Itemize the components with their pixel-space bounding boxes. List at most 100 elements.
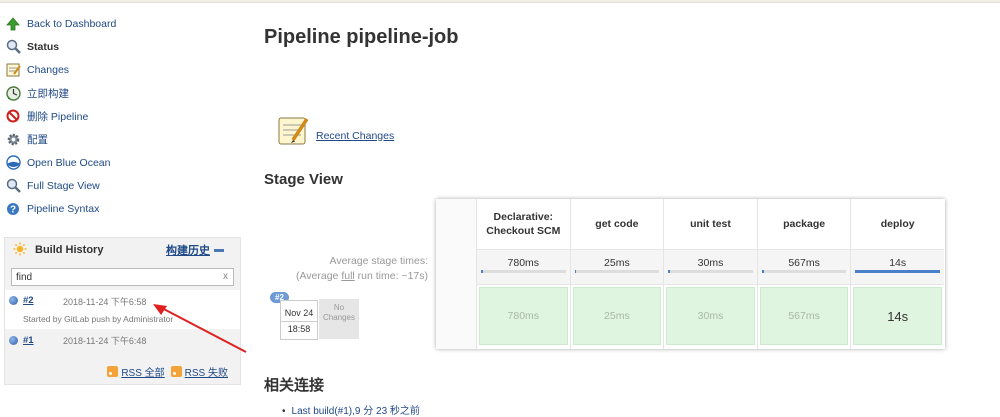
sidebar-item-status[interactable]: Status (0, 35, 245, 58)
avg-full-link[interactable]: full (341, 270, 354, 282)
collapse-icon[interactable] (214, 248, 224, 252)
svg-text:?: ? (10, 205, 16, 216)
build-number-link[interactable]: #2 (23, 295, 63, 306)
stage-run-cell[interactable]: 25ms (572, 287, 662, 345)
sidebar-item-label[interactable]: Full Stage View (27, 180, 100, 192)
build-date-link[interactable]: 2018-11-24 下午6:58 (63, 295, 146, 308)
build-trend-link[interactable]: 构建历史 (166, 242, 210, 258)
sidebar-item-label[interactable]: 立即构建 (27, 86, 69, 101)
sidebar-item-changes[interactable]: Changes (0, 58, 245, 81)
weather-icon (13, 242, 27, 259)
stage-progress-bar (668, 270, 753, 273)
stage-run-cell[interactable]: 14s (853, 287, 942, 345)
stage-column: Declarative: Checkout SCM 780ms 780ms (476, 199, 570, 349)
stage-progress-bar (574, 270, 660, 273)
blue-ball-icon (9, 336, 18, 345)
page-title: Pipeline pipeline-job (264, 26, 459, 48)
blue-ocean-icon (5, 155, 21, 171)
magnifier-icon (5, 178, 21, 194)
avg-suffix: run time: ~17s) (354, 270, 428, 282)
stage-average-value: 780ms (507, 257, 540, 269)
sidebar-item-pipeline-syntax[interactable]: ? Pipeline Syntax (0, 198, 245, 221)
sidebar-item-full-stage-view[interactable]: Full Stage View (0, 174, 245, 197)
sidebar-item-back-to-dashboard[interactable]: Back to Dashboard (0, 12, 245, 35)
stage-progress-bar (855, 270, 940, 273)
stage-progress-fill (481, 270, 483, 273)
stage-average-value: 567ms (788, 257, 820, 269)
stage-header: get code (595, 218, 639, 230)
help-icon: ? (5, 201, 21, 217)
notepad-icon (5, 62, 21, 78)
blue-ball-icon (9, 296, 18, 305)
notepad-icon (276, 113, 310, 150)
build-clock-icon (5, 85, 21, 101)
stage-average-value: 14s (889, 257, 907, 269)
recent-changes-link[interactable]: Recent Changes (316, 130, 394, 142)
no-changes-box: No Changes (319, 299, 359, 339)
related-link-last-build[interactable]: Last build(#1),9 分 23 秒之前 (282, 402, 420, 417)
rss-all-link[interactable]: RSS 全部 (121, 364, 164, 379)
stage-progress-bar (761, 270, 847, 273)
build-filter-input[interactable] (16, 271, 216, 283)
stage-progress-bar (481, 270, 566, 273)
related-links-list: Last build(#1),9 分 23 秒之前 (282, 402, 420, 417)
magnifier-icon (5, 39, 21, 55)
recent-changes[interactable]: Recent Changes (276, 113, 394, 150)
stage-column: deploy 14s 14s (850, 199, 944, 349)
top-border (0, 0, 1000, 3)
stage-view-gutter (436, 199, 476, 349)
clear-filter-icon[interactable]: x (223, 271, 228, 282)
avg-line-2: (Average full run time: ~17s) (264, 269, 428, 284)
run-date: Nov 24 (284, 308, 314, 318)
run-date-box[interactable]: Nov 24 18:58 (280, 300, 318, 340)
related-links-title: 相关连接 (264, 377, 325, 394)
avg-prefix: (Average (295, 270, 342, 282)
sidebar: Back to Dashboard Status Changes 立即构建 删除… (0, 12, 245, 221)
stage-average: 25ms (570, 249, 664, 285)
stage-progress-fill (668, 270, 670, 273)
sidebar-item-open-blue-ocean[interactable]: Open Blue Ocean (0, 151, 245, 174)
sidebar-item-label[interactable]: Pipeline Syntax (27, 203, 99, 215)
stage-header: Declarative: Checkout SCM (486, 211, 561, 237)
build-history-header: Build History 构建历史 (5, 238, 240, 262)
stage-column: get code 25ms 25ms (569, 199, 664, 349)
stage-column: package 567ms 567ms (756, 199, 851, 349)
rss-failed-link[interactable]: RSS 失败 (185, 364, 228, 379)
sidebar-item-delete-pipeline[interactable]: 删除 Pipeline (0, 105, 245, 128)
stage-header: package (783, 218, 826, 230)
stage-view-table: Declarative: Checkout SCM 780ms 780ms get c… (436, 199, 945, 349)
stage-progress-fill (855, 270, 940, 273)
stage-average: 30ms (664, 249, 757, 285)
stage-run-cell[interactable]: 30ms (666, 287, 755, 345)
stage-header: deploy (880, 218, 915, 230)
stage-average-value: 30ms (697, 257, 724, 269)
rss-feed-icon (170, 366, 182, 377)
average-stage-times: Average stage times: (Average full run t… (264, 254, 428, 284)
stage-average-value: 25ms (604, 257, 630, 269)
stage-progress-fill (761, 270, 765, 273)
build-filter-box: x (11, 268, 234, 286)
sidebar-item-label[interactable]: Back to Dashboard (27, 18, 116, 30)
gear-icon (5, 132, 21, 148)
sidebar-item-configure[interactable]: 配置 (0, 128, 245, 151)
sidebar-item-label[interactable]: Changes (27, 64, 69, 76)
build-date-link[interactable]: 2018-11-24 下午6:48 (63, 334, 146, 347)
stage-view-title: Stage View (264, 171, 343, 188)
stage-run-cell[interactable]: 780ms (479, 287, 568, 345)
run-time: 18:58 (281, 321, 317, 337)
stage-column: unit test 30ms 30ms (663, 199, 757, 349)
stage-average: 567ms (757, 249, 851, 285)
sidebar-item-label[interactable]: 配置 (27, 132, 48, 147)
sidebar-item-label[interactable]: Status (27, 41, 59, 53)
up-arrow-icon (5, 16, 21, 32)
sidebar-item-label[interactable]: 删除 Pipeline (27, 109, 88, 124)
rss-links: RSS 全部 RSS 失败 (107, 364, 234, 379)
sidebar-item-label[interactable]: Open Blue Ocean (27, 157, 110, 169)
stage-run-cell[interactable]: 567ms (759, 287, 849, 345)
build-number-link[interactable]: #1 (23, 335, 63, 346)
stage-progress-fill (574, 270, 577, 273)
rss-feed-icon (107, 366, 119, 377)
no-entry-icon (5, 108, 21, 124)
sidebar-item-build-now[interactable]: 立即构建 (0, 82, 245, 105)
stage-average: 14s (851, 249, 944, 285)
